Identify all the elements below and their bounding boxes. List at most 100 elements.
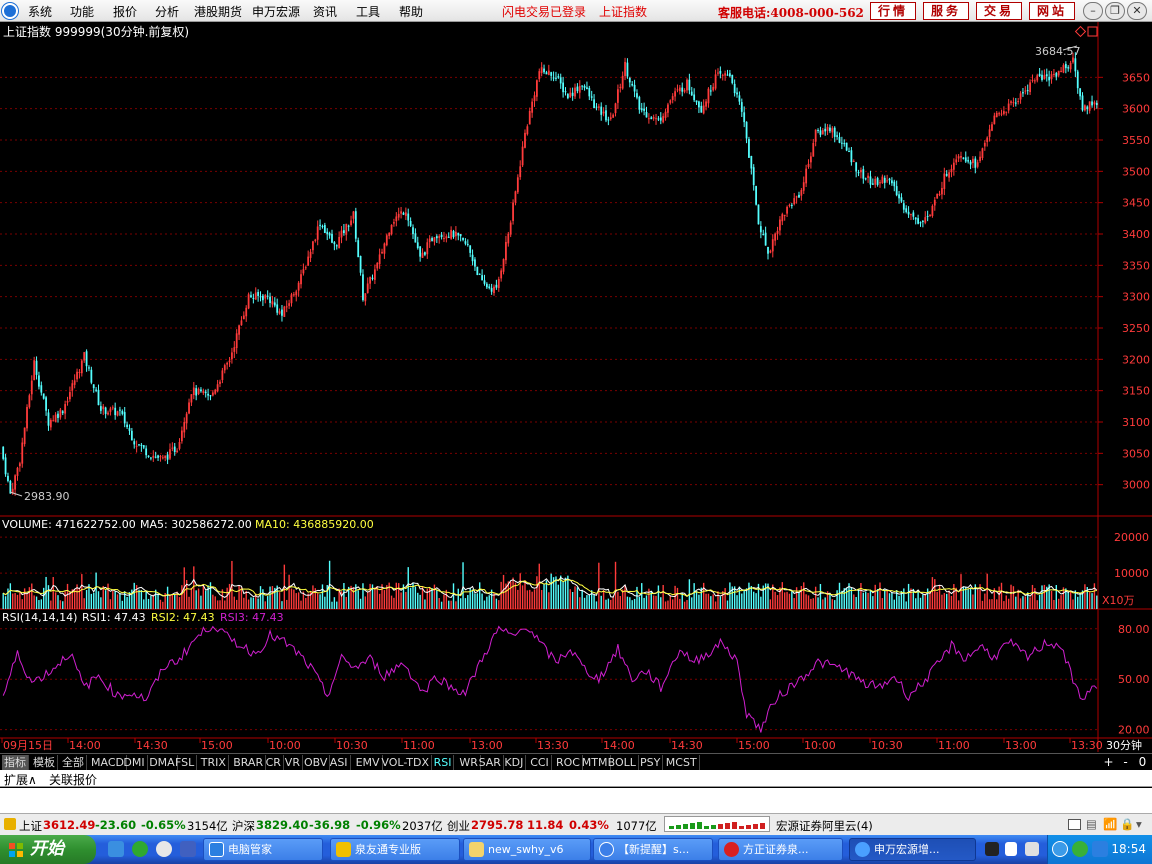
keyboard-icon[interactable] [985, 842, 999, 856]
lock-icon[interactable]: 🔒 [1120, 817, 1134, 831]
server-name[interactable]: 宏源证券阿里云(4) [776, 818, 873, 834]
ie-icon[interactable] [108, 841, 124, 857]
candle-body [474, 259, 476, 267]
dropdown-icon[interactable]: ▾ [1136, 817, 1142, 831]
candle-body [674, 91, 676, 97]
tab-brar[interactable]: BRAR [231, 755, 267, 770]
trade-button[interactable]: 交易 [976, 2, 1022, 20]
cy-index-name[interactable]: 创业 [447, 818, 470, 834]
help-icon[interactable] [1005, 842, 1017, 856]
candle-body [831, 128, 834, 133]
taskbar-item-label: 泉友通专业版 [355, 843, 421, 856]
flash-trade-status[interactable]: 闪电交易已登录 [502, 3, 586, 20]
menu-swhy[interactable]: 申万宏源 [252, 3, 300, 20]
related-quotes-tab[interactable]: 关联报价 [49, 771, 97, 788]
period-label[interactable]: 30分钟 [1106, 738, 1142, 752]
chrome-icon[interactable] [156, 841, 172, 857]
tab-roc[interactable]: ROC [554, 755, 583, 770]
cy-index-pct: 0.43% [569, 818, 609, 832]
hs-index-name[interactable]: 沪深 [232, 818, 255, 834]
taskbar-item-swhy[interactable]: 申万宏源增... [849, 838, 976, 861]
menu-tools[interactable]: 工具 [356, 3, 380, 20]
candle-body [609, 117, 612, 120]
taskbar-item-browser[interactable]: 【新提醒】s... [593, 838, 713, 861]
candle-body [1019, 93, 1022, 100]
alert-icon[interactable] [4, 818, 16, 830]
menu-news[interactable]: 资讯 [313, 3, 337, 20]
menu-hk-futures[interactable]: 港股期货 [194, 3, 242, 20]
menu-system[interactable]: 系统 [28, 3, 52, 20]
taskbar-item-pc-manager[interactable]: 电脑管家 [203, 838, 323, 861]
panel-toggle-icon[interactable] [1068, 819, 1081, 830]
candle-body [231, 352, 233, 360]
taskbar-item-folder[interactable]: new_swhy_v6 [463, 838, 591, 861]
desktop-icon[interactable] [180, 841, 196, 857]
forward-icon[interactable] [1072, 841, 1088, 857]
market-button[interactable]: 行情 [870, 2, 916, 20]
zoom-out-button[interactable]: - [1118, 755, 1133, 770]
candle-body [188, 402, 190, 414]
tab-vol-tdx[interactable]: VOL-TDX [379, 755, 432, 770]
candle-body [1060, 70, 1062, 73]
candle-body [535, 80, 538, 97]
close-icon[interactable]: ✕ [1127, 2, 1147, 20]
tab-asi[interactable]: ASI [328, 755, 351, 770]
candle-body [871, 183, 874, 185]
tab--[interactable]: 全部 [60, 755, 87, 770]
candle-body [728, 73, 731, 77]
tab-psy[interactable]: PSY [638, 755, 664, 770]
tab-emv[interactable]: EMV [354, 755, 383, 770]
expand-toggle[interactable]: 扩展∧ [4, 771, 37, 788]
tab-dmi[interactable]: DMI [121, 755, 148, 770]
windows-flag-icon [9, 843, 23, 857]
shield-icon[interactable] [1092, 841, 1108, 857]
reset-button[interactable]: 0 [1135, 755, 1150, 770]
tab-vr[interactable]: VR [283, 755, 303, 770]
candle-body [259, 296, 262, 298]
menu-quote[interactable]: 报价 [113, 3, 137, 20]
taskbar-item-founder[interactable]: 方正证券泉... [718, 838, 843, 861]
tab-kdj[interactable]: KDJ [502, 755, 527, 770]
tab-rsi[interactable]: RSI [432, 755, 455, 770]
candle-body [988, 129, 991, 137]
sh-index-name[interactable]: 上证 [19, 818, 42, 834]
time-axis: 09月15日 14:00 14:30 15:00 10:00 10:30 11:00 13:0… [1, 738, 1103, 752]
price-tick-label: 3150 [1122, 385, 1150, 398]
layout-icon[interactable]: ▤ [1086, 817, 1097, 831]
candle-body [817, 130, 819, 132]
back-icon[interactable] [1052, 841, 1068, 857]
restore-icon[interactable]: ❐ [1105, 2, 1125, 20]
status-bar: 上证 3612.49 -23.60 -0.65% 3154亿 沪深 3829.4… [0, 813, 1152, 835]
tab-boll[interactable]: BOLL [606, 755, 639, 770]
tab-fsl[interactable]: FSL [173, 755, 198, 770]
refresh-icon[interactable] [132, 841, 148, 857]
tab-sar[interactable]: SAR [477, 755, 504, 770]
device-icon[interactable] [1025, 842, 1039, 856]
candle-body [111, 407, 114, 409]
tab-obv[interactable]: OBV [302, 755, 331, 770]
tab-cr[interactable]: CR [264, 755, 284, 770]
candle-body [495, 284, 498, 288]
tab--[interactable]: 模板 [31, 755, 58, 770]
tab-mcst[interactable]: MCST [664, 755, 700, 770]
service-button[interactable]: 服务 [923, 2, 969, 20]
candle-body [650, 117, 653, 120]
tab-trix[interactable]: TRIX [199, 755, 229, 770]
tab-cci[interactable]: CCI [528, 755, 552, 770]
menu-help[interactable]: 帮助 [399, 3, 423, 20]
square-icon[interactable] [1087, 26, 1098, 37]
tab--[interactable]: 指标 [2, 755, 29, 770]
taskbar-item-quanyoutong[interactable]: 泉友通专业版 [330, 838, 460, 861]
minimize-icon[interactable]: – [1083, 2, 1103, 20]
menu-function[interactable]: 功能 [70, 3, 94, 20]
candle-body [707, 88, 710, 104]
menu-analysis[interactable]: 分析 [155, 3, 179, 20]
website-button[interactable]: 网站 [1029, 2, 1075, 20]
candle-body [586, 87, 588, 90]
candle-body [119, 409, 121, 411]
zoom-in-button[interactable]: + [1101, 755, 1116, 770]
candle-body [1029, 82, 1031, 92]
start-button[interactable]: 开始 [0, 835, 96, 864]
kline-chart[interactable]: 3000 3050 3100 3150 3200 3250 3300 3350 3400 3450… [0, 22, 1152, 752]
candle-body [321, 225, 324, 227]
